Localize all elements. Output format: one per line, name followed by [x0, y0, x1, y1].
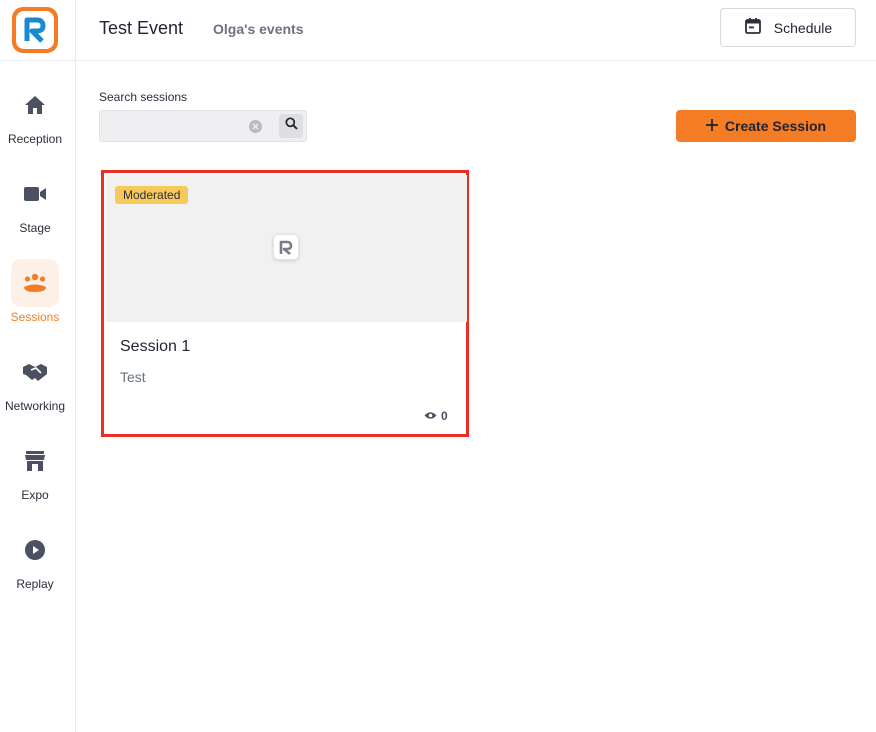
storefront-icon: [11, 437, 59, 485]
sidebar-item-networking[interactable]: Networking: [0, 348, 75, 428]
handshake-icon: [11, 348, 59, 396]
sidebar-item-sessions[interactable]: Sessions: [0, 259, 75, 339]
create-session-label: Create Session: [724, 118, 827, 134]
view-count: 0: [441, 409, 448, 423]
session-card[interactable]: Moderated Session 1 Test 0: [101, 170, 469, 437]
plus-icon: [705, 118, 718, 134]
create-session-button[interactable]: Create Session: [676, 110, 856, 142]
sidebar-item-label: Sessions: [10, 310, 60, 324]
sidebar-item-label: Reception: [7, 132, 63, 146]
clear-icon[interactable]: [249, 120, 262, 133]
moderated-badge: Moderated: [115, 186, 189, 204]
sidebar-divider: [0, 60, 75, 61]
session-thumbnail: Moderated: [106, 175, 467, 322]
sidebar-item-label: Stage: [19, 221, 51, 235]
sidebar-item-replay[interactable]: Replay: [0, 526, 75, 606]
session-views: 0: [424, 409, 448, 423]
search-button[interactable]: [279, 114, 303, 138]
video-camera-icon: [11, 170, 59, 218]
event-owner-link[interactable]: Olga's events: [213, 21, 303, 37]
sidebar-item-expo[interactable]: Expo: [0, 437, 75, 517]
schedule-button[interactable]: Schedule: [720, 8, 856, 47]
search-label: Search sessions: [99, 90, 188, 104]
session-logo-icon: [273, 234, 299, 260]
sidebar: Reception Stage Sessions Networking Expo: [0, 0, 76, 732]
top-bar: Test Event Olga's events Schedule: [76, 0, 876, 61]
event-title: Test Event: [99, 18, 184, 38]
session-description: Test: [120, 369, 146, 385]
app-logo[interactable]: [12, 7, 58, 53]
session-title: Session 1: [120, 338, 191, 355]
home-icon: [11, 81, 59, 129]
calendar-icon: [744, 17, 762, 38]
sidebar-item-reception[interactable]: Reception: [0, 81, 75, 161]
eye-icon: [424, 409, 437, 423]
sidebar-item-stage[interactable]: Stage: [0, 170, 75, 250]
play-circle-icon: [11, 526, 59, 574]
search-box: [99, 110, 307, 142]
schedule-label: Schedule: [773, 19, 833, 36]
sidebar-item-label: Replay: [16, 577, 54, 591]
people-group-icon: [11, 259, 59, 307]
sidebar-item-label: Networking: [4, 399, 66, 413]
search-input[interactable]: [106, 116, 246, 136]
logo-icon: [16, 11, 54, 49]
sidebar-item-label: Expo: [21, 488, 49, 502]
search-icon: [284, 117, 298, 135]
